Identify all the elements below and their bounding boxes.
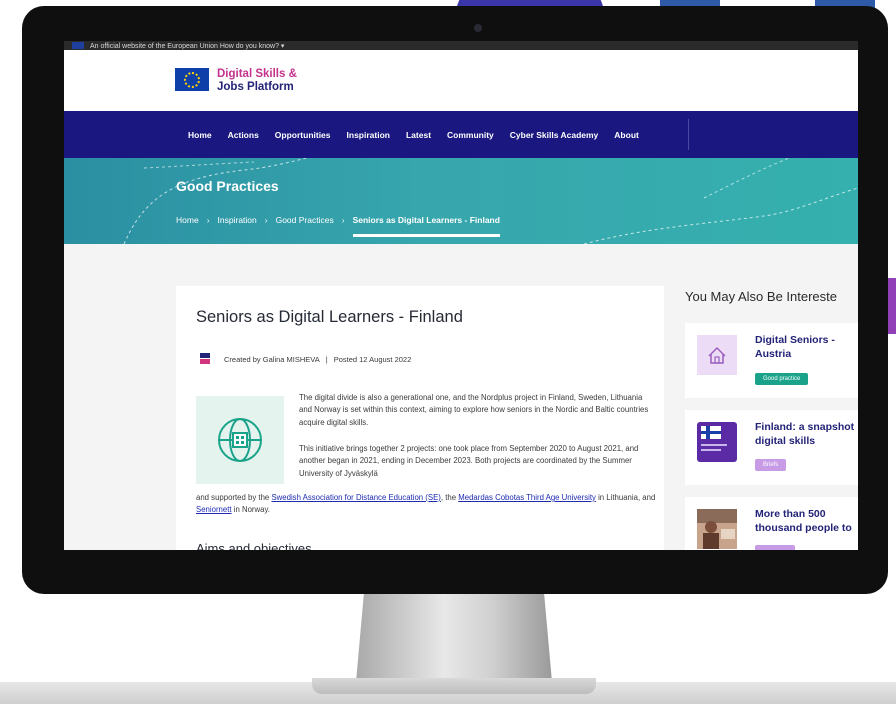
article-author: Created by Galina MISHEVA (224, 354, 320, 364)
paragraph-text: and supported by the (196, 493, 272, 502)
section-heading: Aims and objectives (196, 541, 312, 550)
related-thumbnail (697, 422, 737, 462)
nav-item-community[interactable]: Community (439, 130, 502, 140)
nav-item-inspiration[interactable]: Inspiration (339, 130, 398, 140)
breadcrumb-current: Seniors as Digital Learners - Finland (352, 215, 501, 237)
article-meta: Created by Galina MISHEVA | Posted 12 Au… (200, 353, 411, 365)
related-title-line-1: Finland: a snapshot (755, 421, 855, 433)
breadcrumb-home[interactable]: Home (176, 215, 199, 225)
logo-line-2: Jobs Platform (217, 81, 294, 93)
category-badge: Good practice (755, 373, 809, 385)
link-swedish-association[interactable]: Swedish Association for Distance Educati… (271, 493, 440, 502)
monitor-stand-neck (356, 594, 552, 682)
article-card: Seniors as Digital Learners - Finland Cr… (176, 286, 664, 550)
related-thumbnail (697, 335, 737, 375)
category-badge: Briefs (755, 459, 787, 471)
people-photo-icon (697, 509, 737, 549)
nav-item-about[interactable]: About (606, 130, 647, 140)
article-thumbnail (196, 396, 284, 484)
related-card-title[interactable]: More than 500 thousand people to (755, 507, 858, 535)
main-navigation: Home Actions Opportunities Inspiration L… (64, 111, 858, 158)
site-logo[interactable]: Digital Skills & Jobs Platform (217, 68, 297, 94)
breadcrumb: Home › Inspiration › Good Practices › Se… (176, 215, 501, 237)
related-title-line-1: More than 500 (755, 508, 826, 520)
eu-banner-text[interactable]: An official website of the European Unio… (90, 42, 284, 50)
related-title-line-2: thousand people to (755, 522, 852, 534)
photo-scene: An official website of the European Unio… (0, 0, 896, 704)
hero-decorative-lines (123, 158, 858, 244)
related-title-line-2: Austria (755, 348, 792, 360)
eu-flag-logo-icon[interactable] (175, 68, 209, 91)
nav-item-home[interactable]: Home (180, 130, 220, 140)
paragraph-text: in Lithuania, and (595, 493, 656, 502)
nav-item-latest[interactable]: Latest (398, 130, 439, 140)
nav-divider (688, 119, 689, 150)
house-icon (697, 335, 737, 375)
related-title-line-2: digital skills (755, 435, 816, 447)
article-title: Seniors as Digital Learners - Finland (196, 308, 463, 326)
article-date: Posted 12 August 2022 (333, 354, 412, 364)
related-card-title[interactable]: Digital Seniors - Austria (755, 333, 858, 361)
meta-divider: | (325, 354, 328, 364)
related-card-title[interactable]: Finland: a snapshot digital skills (755, 420, 858, 448)
eu-flag-icon (72, 42, 84, 49)
article-paragraph-3: and supported by the Swedish Association… (196, 492, 656, 517)
finland-flag-icon (697, 422, 737, 462)
breadcrumb-good-practices[interactable]: Good Practices (276, 215, 334, 225)
related-thumbnail (697, 509, 737, 549)
browser-viewport: An official website of the European Unio… (64, 41, 858, 550)
article-paragraph-2: This initiative brings together 2 projec… (299, 444, 639, 478)
related-card[interactable]: Finland: a snapshot digital skills Brief… (685, 410, 858, 485)
related-card[interactable]: More than 500 thousand people to (685, 497, 858, 550)
paragraph-text: in Norway. (231, 505, 270, 515)
monitor-stand-base (312, 678, 596, 694)
article-paragraph-1: The digital divide is also a generationa… (299, 393, 649, 427)
nav-item-actions[interactable]: Actions (220, 130, 267, 140)
breadcrumb-inspiration[interactable]: Inspiration (218, 215, 257, 225)
logo-line-1: Digital Skills & (217, 68, 297, 80)
eu-official-banner[interactable]: An official website of the European Unio… (64, 41, 858, 50)
related-card[interactable]: Digital Seniors - Austria Good practice (685, 323, 858, 398)
webcam-icon (474, 24, 482, 32)
related-heading: You May Also Be Intereste (685, 289, 838, 304)
chevron-right-icon: › (206, 215, 210, 225)
link-seniornett[interactable]: Seniornett (196, 505, 232, 514)
category-badge (755, 545, 795, 550)
page-title: Good Practices (176, 178, 279, 194)
globe-network-icon (218, 418, 262, 462)
chevron-right-icon: › (264, 215, 268, 225)
related-title-line-1: Digital Seniors - (755, 334, 835, 346)
site-header: Digital Skills & Jobs Platform (64, 50, 858, 111)
nav-item-cyber-skills-academy[interactable]: Cyber Skills Academy (502, 130, 607, 140)
paragraph-text: , the (440, 493, 459, 502)
page-hero: Good Practices Home › Inspiration › Good… (64, 158, 858, 244)
nav-item-opportunities[interactable]: Opportunities (267, 130, 339, 140)
link-medardas-cobotas[interactable]: Medardas Cobotas Third Age University (458, 493, 596, 502)
chevron-right-icon: › (341, 215, 345, 225)
author-logo-icon (200, 353, 210, 365)
